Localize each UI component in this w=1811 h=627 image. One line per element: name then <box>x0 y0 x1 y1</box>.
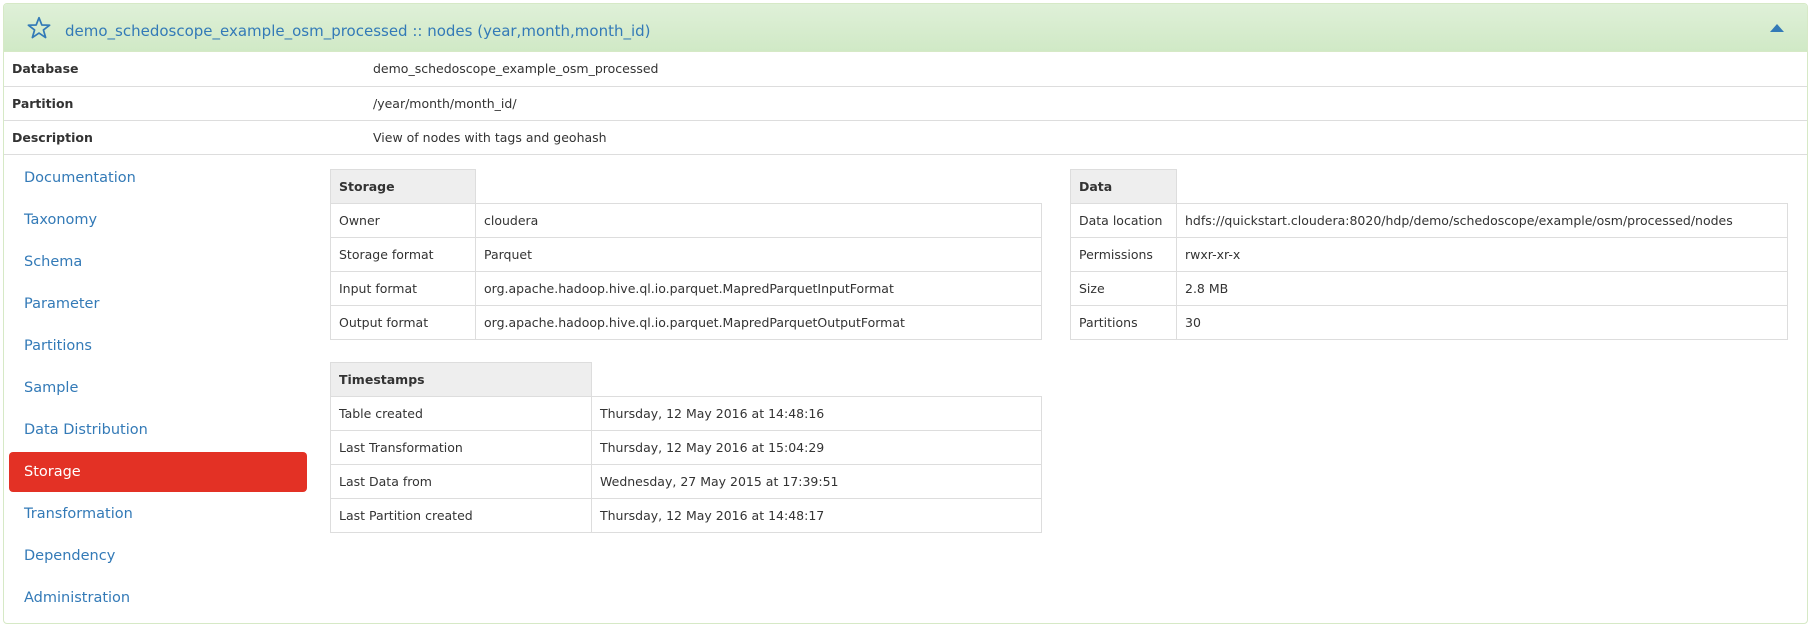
sidebar-item-schema[interactable]: Schema <box>9 242 307 282</box>
table-row: Permissions rwxr-xr-x <box>1070 237 1788 272</box>
sidebar-item-sample[interactable]: Sample <box>9 368 307 408</box>
storage-value: org.apache.hadoop.hive.ql.io.parquet.Map… <box>475 305 1042 340</box>
panel-title[interactable]: demo_schedoscope_example_osm_processed :… <box>65 22 651 40</box>
info-key: Database <box>4 52 365 87</box>
sidebar-item-taxonomy[interactable]: Taxonomy <box>9 200 307 240</box>
sidebar-item-storage[interactable]: Storage <box>9 452 307 492</box>
storage-key: Owner <box>330 203 476 238</box>
table-row: Last Transformation Thursday, 12 May 201… <box>330 430 1042 465</box>
table-row: Output format org.apache.hadoop.hive.ql.… <box>330 305 1042 340</box>
info-value: demo_schedoscope_example_osm_processed <box>365 52 1807 87</box>
timestamp-key: Last Data from <box>330 464 592 499</box>
timestamp-value: Thursday, 12 May 2016 at 14:48:16 <box>591 396 1042 431</box>
info-key: Description <box>4 120 365 155</box>
table-row: Storage format Parquet <box>330 237 1042 272</box>
sidebar-item-data-distribution[interactable]: Data Distribution <box>9 410 307 450</box>
data-value: hdfs://quickstart.cloudera:8020/hdp/demo… <box>1176 203 1788 238</box>
timestamp-key: Table created <box>330 396 592 431</box>
data-value: 30 <box>1176 305 1788 340</box>
data-key: Size <box>1070 271 1177 306</box>
panel-heading[interactable]: demo_schedoscope_example_osm_processed :… <box>4 4 1807 52</box>
data-table: Data Data location hdfs://quickstart.clo… <box>1070 169 1788 340</box>
table-row: Input format org.apache.hadoop.hive.ql.i… <box>330 271 1042 306</box>
data-table-title: Data <box>1070 169 1177 204</box>
timestamp-key: Last Partition created <box>330 498 592 533</box>
table-row: Last Data from Wednesday, 27 May 2015 at… <box>330 464 1042 499</box>
sidebar-nav: Documentation Taxonomy Schema Parameter … <box>9 158 307 620</box>
info-row-description: Description View of nodes with tags and … <box>4 120 1807 155</box>
data-value: rwxr-xr-x <box>1176 237 1788 272</box>
table-row: Partitions 30 <box>1070 305 1788 340</box>
sidebar-item-dependency[interactable]: Dependency <box>9 536 307 576</box>
data-key: Partitions <box>1070 305 1177 340</box>
timestamp-value: Thursday, 12 May 2016 at 14:48:17 <box>591 498 1042 533</box>
table-panel: demo_schedoscope_example_osm_processed :… <box>3 3 1808 624</box>
storage-key: Storage format <box>330 237 476 272</box>
table-row: Data location hdfs://quickstart.cloudera… <box>1070 203 1788 238</box>
storage-value: Parquet <box>475 237 1042 272</box>
data-key: Data location <box>1070 203 1177 238</box>
timestamps-table-title: Timestamps <box>330 362 592 397</box>
info-key: Partition <box>4 86 365 121</box>
info-row-partition: Partition /year/month/month_id/ <box>4 86 1807 121</box>
table-row: Size 2.8 MB <box>1070 271 1788 306</box>
star-icon[interactable] <box>26 15 52 41</box>
table-row: Table created Thursday, 12 May 2016 at 1… <box>330 396 1042 431</box>
timestamps-table: Timestamps Table created Thursday, 12 Ma… <box>330 362 1042 533</box>
sidebar-item-parameter[interactable]: Parameter <box>9 284 307 324</box>
info-value: View of nodes with tags and geohash <box>365 120 1807 155</box>
data-key: Permissions <box>1070 237 1177 272</box>
table-row: Owner cloudera <box>330 203 1042 238</box>
sidebar-item-transformation[interactable]: Transformation <box>9 494 307 534</box>
storage-table: Storage Owner cloudera Storage format Pa… <box>330 169 1042 340</box>
timestamp-value: Thursday, 12 May 2016 at 15:04:29 <box>591 430 1042 465</box>
sidebar-item-partitions[interactable]: Partitions <box>9 326 307 366</box>
storage-table-title: Storage <box>330 169 476 204</box>
table-row: Last Partition created Thursday, 12 May … <box>330 498 1042 533</box>
info-table: Database demo_schedoscope_example_osm_pr… <box>4 52 1807 155</box>
storage-value: org.apache.hadoop.hive.ql.io.parquet.Map… <box>475 271 1042 306</box>
sidebar-item-administration[interactable]: Administration <box>9 578 307 618</box>
storage-key: Output format <box>330 305 476 340</box>
data-value: 2.8 MB <box>1176 271 1788 306</box>
storage-value: cloudera <box>475 203 1042 238</box>
timestamp-value: Wednesday, 27 May 2015 at 17:39:51 <box>591 464 1042 499</box>
info-value: /year/month/month_id/ <box>365 86 1807 121</box>
storage-key: Input format <box>330 271 476 306</box>
timestamp-key: Last Transformation <box>330 430 592 465</box>
caret-up-icon[interactable] <box>1769 22 1785 34</box>
sidebar-item-documentation[interactable]: Documentation <box>9 158 307 198</box>
info-row-database: Database demo_schedoscope_example_osm_pr… <box>4 52 1807 87</box>
